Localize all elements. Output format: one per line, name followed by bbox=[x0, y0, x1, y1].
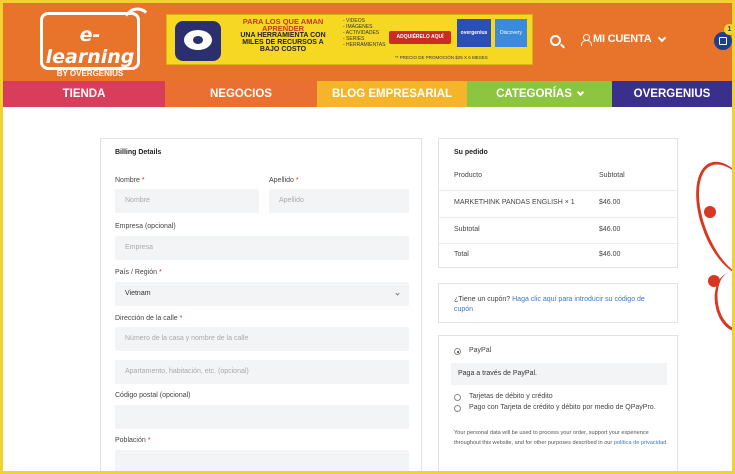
direccion2-field[interactable]: Apartamento, habitación, etc. (opcional) bbox=[115, 360, 409, 384]
divider bbox=[439, 190, 679, 191]
decorative-curve bbox=[682, 152, 732, 286]
divider bbox=[439, 217, 679, 218]
qpaypro-label[interactable]: Pago con Tarjeta de crédito y débito por… bbox=[469, 404, 656, 411]
nombre-label: Nombre * bbox=[115, 177, 145, 184]
paypal-radio[interactable] bbox=[454, 348, 461, 355]
checkout-content: Billing Details Nombre * Nombre Apellido… bbox=[3, 107, 732, 471]
nav-item-overgenius[interactable]: OVERGENIUS bbox=[612, 81, 732, 107]
order-item-row: MARKETHINK PANDAS ENGLISH × 1 $46.00 bbox=[454, 199, 621, 206]
chevron-down-icon bbox=[576, 88, 584, 97]
paypal-label[interactable]: PayPal bbox=[469, 347, 491, 354]
wifi-icon bbox=[124, 3, 148, 25]
main-nav: TIENDA NEGOCIOS BLOG EMPRESARIAL CATEGOR… bbox=[3, 81, 732, 107]
billing-details-card: Billing Details Nombre * Nombre Apellido… bbox=[100, 138, 422, 471]
discovery-logo: Discovery bbox=[495, 19, 527, 47]
order-title: Su pedido bbox=[454, 149, 488, 156]
decorative-dot bbox=[704, 206, 716, 218]
card-radio[interactable] bbox=[454, 394, 461, 401]
billing-title: Billing Details bbox=[115, 149, 162, 156]
shopping-bag-icon bbox=[719, 37, 727, 45]
qpaypro-radio[interactable] bbox=[454, 405, 461, 412]
payment-methods-card: PayPal Paga a través de PayPal. Tarjetas… bbox=[438, 335, 678, 471]
paypal-description: Paga a través de PayPal. bbox=[451, 363, 667, 385]
total-row: Total $46.00 bbox=[454, 251, 621, 258]
card-label[interactable]: Tarjetas de débito y crédito bbox=[469, 393, 553, 400]
nav-item-negocios[interactable]: NEGOCIOS bbox=[165, 81, 317, 107]
chevron-down-icon bbox=[657, 33, 666, 42]
search-icon[interactable] bbox=[550, 35, 561, 46]
empresa-label: Empresa (opcional) bbox=[115, 223, 176, 230]
banner-cta-button[interactable]: ADQUIÉRELO AQUÍ bbox=[389, 31, 451, 44]
overgenius-logo: overgenius bbox=[457, 19, 491, 47]
nav-item-tienda[interactable]: TIENDA bbox=[3, 81, 165, 107]
logo-text: e-learning bbox=[45, 24, 135, 68]
site-logo[interactable]: e-learning BY OVERGENIUS bbox=[40, 3, 148, 78]
poblacion-field[interactable] bbox=[115, 450, 409, 471]
empresa-field[interactable]: Empresa bbox=[115, 236, 409, 260]
apellido-field[interactable]: Apellido bbox=[269, 189, 409, 213]
chevron-down-icon bbox=[395, 291, 400, 296]
direccion-field[interactable]: Número de la casa y nombre de la calle bbox=[115, 327, 409, 351]
postal-label: Código postal (opcional) bbox=[115, 392, 191, 399]
privacy-notice: Your personal data will be used to proce… bbox=[454, 430, 668, 446]
site-header: e-learning BY OVERGENIUS PARA LOS QUE AM… bbox=[3, 3, 732, 81]
cart-button[interactable]: 1 bbox=[714, 24, 732, 50]
logo-subtext: BY OVERGENIUS bbox=[56, 69, 124, 78]
nav-item-blog[interactable]: BLOG EMPRESARIAL bbox=[317, 81, 467, 107]
postal-field[interactable] bbox=[115, 405, 409, 429]
promo-banner[interactable]: PARA LOS QUE AMAN APRENDER UNA HERRAMIEN… bbox=[166, 14, 533, 65]
order-summary-card: Su pedido Producto Subtotal MARKETHINK P… bbox=[438, 138, 679, 268]
order-header-row: Producto Subtotal bbox=[454, 172, 625, 179]
robot-mascot-icon bbox=[175, 21, 221, 61]
banner-feature-list: - VIDEOS - IMÁGENES - ACTIVIDADES - SERI… bbox=[343, 18, 386, 48]
poblacion-label: Población * bbox=[115, 437, 151, 444]
direccion-label: Dirección de la calle * bbox=[115, 315, 183, 322]
privacy-policy-link[interactable]: política de privacidad. bbox=[614, 440, 668, 446]
banner-headline: PARA LOS QUE AMAN APRENDER UNA HERRAMIEN… bbox=[240, 17, 326, 53]
user-icon bbox=[581, 33, 592, 46]
cart-count-badge: 1 bbox=[724, 24, 732, 35]
account-menu[interactable]: MI CUENTA bbox=[581, 33, 666, 46]
nombre-field[interactable]: Nombre bbox=[115, 189, 259, 213]
pais-label: País / Región * bbox=[115, 269, 162, 276]
subtotal-row: Subtotal $46.00 bbox=[454, 226, 621, 233]
coupon-notice: ¿Tiene un cupón? Haga clic aquí para int… bbox=[438, 283, 678, 323]
page-frame: e-learning BY OVERGENIUS PARA LOS QUE AM… bbox=[0, 0, 735, 474]
pais-select[interactable]: Vietnam bbox=[115, 282, 409, 306]
account-label: MI CUENTA bbox=[593, 33, 652, 45]
decorative-dot bbox=[708, 275, 720, 287]
banner-price-note: ** PRECIO DE PROMOCIÓN $25 X 6 MESES bbox=[395, 55, 488, 60]
coupon-prefix: ¿Tiene un cupón? bbox=[454, 296, 511, 303]
apellido-label: Apellido * bbox=[269, 177, 299, 184]
divider bbox=[439, 243, 679, 244]
nav-item-categorias[interactable]: CATEGORÍAS bbox=[467, 81, 612, 107]
